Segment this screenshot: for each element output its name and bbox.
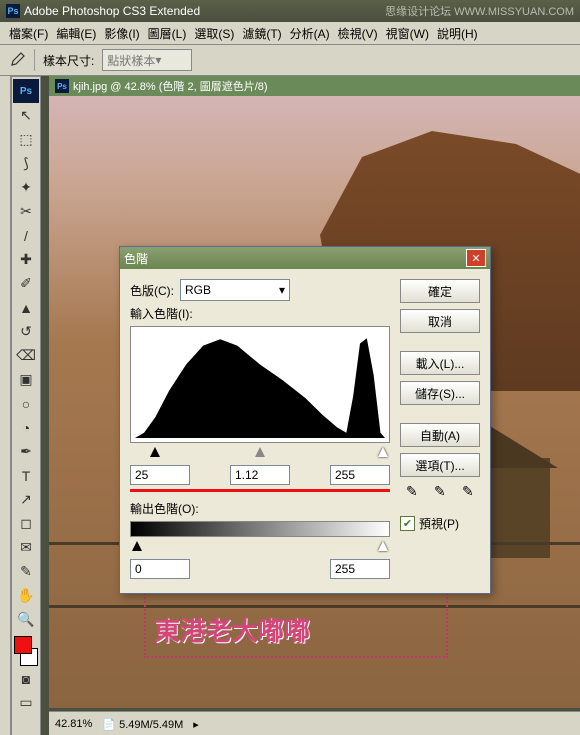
input-slider[interactable] [132, 447, 388, 461]
out-white-handle[interactable] [378, 541, 388, 551]
output-gradient [130, 521, 390, 537]
status-bar: 42.81% 📄 5.49M/5.49M ▸ [49, 711, 580, 735]
menu-analysis[interactable]: 分析(A) [287, 23, 333, 44]
tool-slice[interactable]: / [13, 224, 39, 247]
black-eyedropper-icon[interactable]: ✎ [406, 483, 424, 501]
menubar: 檔案(F) 編輯(E) 影像(I) 圖層(L) 選取(S) 濾鏡(T) 分析(A… [0, 22, 580, 45]
menu-image[interactable]: 影像(I) [101, 23, 142, 44]
tool-eraser[interactable]: ⌫ [13, 344, 39, 367]
input-levels-label: 輸入色階(I): [130, 305, 193, 322]
input-white-field[interactable]: 255 [330, 465, 390, 485]
menu-window[interactable]: 視窗(W) [383, 23, 432, 44]
tool-move[interactable]: ↖ [13, 104, 39, 127]
toolbox: Ps ↖ ⬚ ⟆ ✦ ✂ / ✚ ✐ ▲ ↺ ⌫ ▣ ○ ◔ ✒ T ↗ ◻ ✉… [11, 76, 41, 735]
doc-ps-icon: Ps [55, 79, 69, 93]
tool-path[interactable]: ↗ [13, 488, 39, 511]
tool-notes[interactable]: ✉ [13, 536, 39, 559]
ps-badge-icon[interactable]: Ps [13, 79, 39, 103]
quickmask-icon[interactable]: ◙ [13, 667, 39, 690]
white-eyedropper-icon[interactable]: ✎ [462, 483, 480, 501]
zoom-level[interactable]: 42.81% [55, 718, 92, 730]
tool-brush[interactable]: ✐ [13, 272, 39, 295]
menu-edit[interactable]: 編輯(E) [53, 23, 99, 44]
ps-logo-icon: Ps [6, 4, 20, 18]
levels-dialog: 色階 ✕ 色版(C): RGB▾ 輸入色階(I): [119, 246, 491, 594]
input-black-field[interactable]: 25 [130, 465, 190, 485]
channel-label: 色版(C): [130, 282, 174, 299]
tool-history-brush[interactable]: ↺ [13, 320, 39, 343]
output-white-field[interactable]: 255 [330, 559, 390, 579]
menu-filter[interactable]: 濾鏡(T) [239, 23, 284, 44]
out-black-handle[interactable] [132, 541, 142, 551]
menu-view[interactable]: 檢視(V) [335, 23, 381, 44]
channel-select[interactable]: RGB▾ [180, 279, 290, 301]
dialog-title: 色階 [124, 250, 148, 267]
tool-type[interactable]: T [13, 464, 39, 487]
eyedropper-tool-icon[interactable] [8, 51, 26, 69]
tool-pen[interactable]: ✒ [13, 440, 39, 463]
output-slider[interactable] [132, 541, 388, 555]
output-levels-label: 輸出色階(O): [130, 500, 199, 517]
ok-button[interactable]: 確定 [400, 279, 480, 303]
white-point-handle[interactable] [378, 447, 388, 457]
sample-size-select[interactable]: 點狀樣本▾ [102, 49, 192, 71]
app-title: Adobe Photoshop CS3 Extended [24, 4, 200, 18]
watermark-text: 思缘设计论坛 WWW.MISSYUAN.COM [385, 3, 574, 19]
divider [34, 49, 35, 71]
output-black-field[interactable]: 0 [130, 559, 190, 579]
menu-help[interactable]: 說明(H) [434, 23, 481, 44]
menu-select[interactable]: 選取(S) [191, 23, 237, 44]
pink-watermark: 東港老大嘟嘟 [154, 611, 310, 648]
tool-zoom[interactable]: 🔍 [13, 608, 39, 631]
tool-wand[interactable]: ✦ [13, 176, 39, 199]
doc-info: 📄 5.49M/5.49M [102, 718, 183, 731]
tool-lasso[interactable]: ⟆ [13, 152, 39, 175]
auto-button[interactable]: 自動(A) [400, 423, 480, 447]
tool-gradient[interactable]: ▣ [13, 368, 39, 391]
input-gamma-field[interactable]: 1.12 [230, 465, 290, 485]
app-titlebar: Ps Adobe Photoshop CS3 Extended 思缘设计论坛 W… [0, 0, 580, 22]
cancel-button[interactable]: 取消 [400, 309, 480, 333]
load-button[interactable]: 載入(L)... [400, 351, 480, 375]
color-swatches[interactable] [14, 636, 38, 666]
options-button[interactable]: 選項(T)... [400, 453, 480, 477]
tool-crop[interactable]: ✂ [13, 200, 39, 223]
menu-layer[interactable]: 圖層(L) [145, 23, 190, 44]
fg-color-swatch[interactable] [14, 636, 32, 654]
tool-hand[interactable]: ✋ [13, 584, 39, 607]
tool-stamp[interactable]: ▲ [13, 296, 39, 319]
histogram [130, 326, 390, 443]
gamma-handle[interactable] [255, 447, 265, 457]
screenmode-icon[interactable]: ▭ [13, 691, 39, 714]
black-point-handle[interactable] [150, 447, 160, 457]
gray-eyedropper-icon[interactable]: ✎ [434, 483, 452, 501]
tool-dodge[interactable]: ◔ [13, 416, 39, 439]
tool-marquee[interactable]: ⬚ [13, 128, 39, 151]
save-button[interactable]: 儲存(S)... [400, 381, 480, 405]
tool-heal[interactable]: ✚ [13, 248, 39, 271]
options-bar: 樣本尺寸: 點狀樣本▾ [0, 45, 580, 76]
menu-file[interactable]: 檔案(F) [6, 23, 51, 44]
dialog-titlebar[interactable]: 色階 ✕ [120, 247, 490, 269]
tool-shape[interactable]: ◻ [13, 512, 39, 535]
sample-size-label: 樣本尺寸: [43, 52, 94, 69]
close-button[interactable]: ✕ [466, 249, 486, 267]
dock-gutter [0, 76, 11, 735]
checkbox-checked-icon: ✔ [400, 516, 415, 531]
tool-eyedrop[interactable]: ✎ [13, 560, 39, 583]
preview-checkbox[interactable]: ✔ 預視(P) [400, 515, 480, 532]
document-title[interactable]: Ps kjih.jpg @ 42.8% (色階 2, 圖層遮色片/8) [49, 76, 580, 97]
status-arrow-icon[interactable]: ▸ [193, 718, 199, 731]
annotation-redline [130, 489, 390, 492]
tool-blur[interactable]: ○ [13, 392, 39, 415]
